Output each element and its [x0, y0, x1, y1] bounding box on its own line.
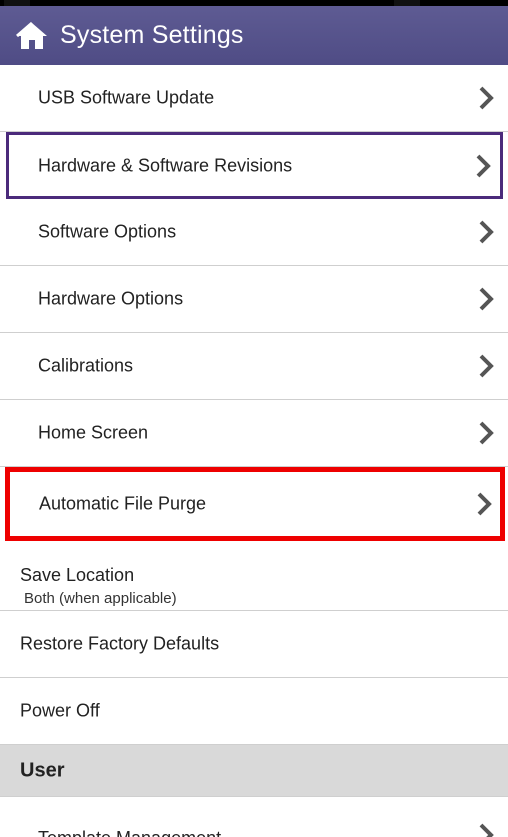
menu-item-label: Template Management: [38, 828, 221, 837]
menu-item-calibrations[interactable]: Calibrations: [0, 333, 508, 400]
menu-item-restore-factory-defaults[interactable]: Restore Factory Defaults: [0, 611, 508, 678]
menu-item-label: Restore Factory Defaults: [20, 633, 220, 654]
home-icon[interactable]: [12, 16, 52, 56]
menu-item-template-management[interactable]: Template Management: [0, 797, 508, 837]
menu-item-label: Hardware Options: [38, 288, 184, 309]
menu-item-label: Automatic File Purge: [39, 493, 207, 514]
menu-item-label: Power Off: [20, 700, 100, 721]
menu-item-usb-software-update[interactable]: USB Software Update: [0, 65, 508, 132]
menu-item-software-options[interactable]: Software Options: [0, 199, 508, 266]
menu-item-hardware-software-revisions[interactable]: Hardware & Software Revisions: [6, 132, 503, 199]
chevron-right-icon: [476, 154, 491, 177]
menu-item-hardware-options[interactable]: Hardware Options: [0, 266, 508, 333]
menu-item-label: Software Options: [38, 221, 177, 242]
chevron-right-icon: [479, 823, 494, 837]
menu-item-automatic-file-purge[interactable]: Automatic File Purge: [5, 467, 505, 541]
app-header: System Settings: [0, 6, 508, 65]
menu-item-label: Home Screen: [38, 422, 149, 443]
section-label: User: [20, 759, 65, 781]
chevron-right-icon: [479, 287, 494, 311]
menu-item-power-off[interactable]: Power Off: [0, 678, 508, 745]
menu-item-label: USB Software Update: [38, 87, 215, 108]
chevron-right-icon: [479, 86, 494, 110]
chevron-right-icon: [477, 492, 492, 516]
section-header-user: User: [0, 745, 508, 797]
page-title: System Settings: [60, 21, 244, 49]
save-location-value: Both (when applicable): [24, 590, 177, 607]
chevron-right-icon: [479, 220, 494, 244]
menu-item-label: Hardware & Software Revisions: [38, 155, 293, 175]
menu-item-save-location[interactable]: Save Location Both (when applicable): [0, 541, 508, 611]
menu-item-label: Save Location: [20, 565, 135, 585]
settings-list: USB Software Update Hardware & Software …: [0, 65, 508, 837]
chevron-right-icon: [479, 421, 494, 445]
chevron-right-icon: [479, 354, 494, 378]
menu-item-label: Calibrations: [38, 355, 134, 376]
menu-item-home-screen[interactable]: Home Screen: [0, 400, 508, 467]
